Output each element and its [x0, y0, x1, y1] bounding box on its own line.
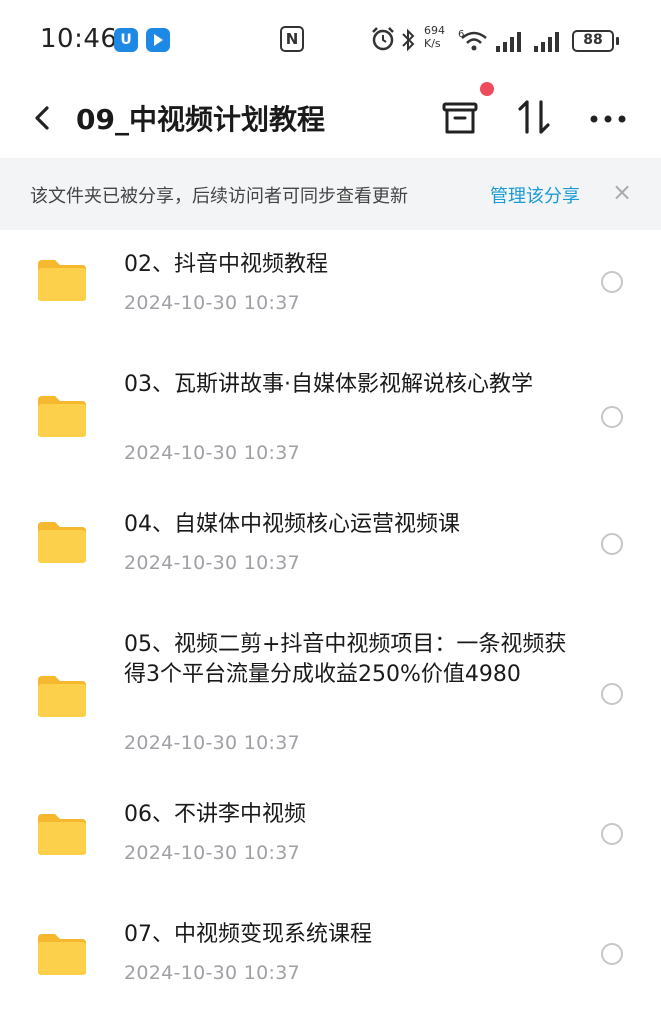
- manage-share-link[interactable]: 管理该分享: [490, 182, 580, 208]
- status-time: 10:46: [40, 24, 118, 54]
- folder-icon: [36, 520, 88, 564]
- list-item[interactable]: 03、瓦斯讲故事·自媒体影视解说核心教学 2024-10-30 10:37: [0, 350, 661, 480]
- signal-icon: [496, 30, 526, 56]
- folder-icon: [36, 394, 88, 438]
- wifi-icon: 6: [458, 28, 490, 56]
- select-checkbox[interactable]: [601, 823, 623, 845]
- list-item[interactable]: 05、视频二剪+抖音中视频项目：一条视频获得3个平台流量分成收益250%价值49…: [0, 620, 661, 780]
- file-name: 02、抖音中视频教程: [124, 252, 328, 277]
- share-banner: 该文件夹已被分享，后续访问者可同步查看更新 管理该分享 ×: [0, 158, 661, 230]
- bluetooth-icon: [400, 27, 416, 57]
- back-icon[interactable]: [30, 100, 56, 136]
- list-item[interactable]: 07、中视频变现系统课程 2024-10-30 10:37: [0, 910, 661, 1020]
- file-date: 2024-10-30 10:37: [124, 442, 301, 464]
- select-checkbox[interactable]: [601, 943, 623, 965]
- app-notification-icon: U: [114, 28, 138, 52]
- file-name: 03、瓦斯讲故事·自媒体影视解说核心教学: [124, 372, 533, 397]
- folder-icon: [36, 812, 88, 856]
- select-checkbox[interactable]: [601, 533, 623, 555]
- file-date: 2024-10-30 10:37: [124, 962, 301, 984]
- select-checkbox[interactable]: [601, 406, 623, 428]
- app-notification-icon: [146, 28, 170, 52]
- file-date: 2024-10-30 10:37: [124, 292, 301, 314]
- status-bar: 10:46 U N 694 K/s 6 88: [0, 0, 661, 80]
- file-name: 07、中视频变现系统课程: [124, 922, 372, 947]
- folder-icon: [36, 258, 88, 302]
- list-item[interactable]: 02、抖音中视频教程 2024-10-30 10:37: [0, 230, 661, 340]
- share-banner-text: 该文件夹已被分享，后续访问者可同步查看更新: [30, 186, 408, 207]
- page-title: 09_中视频计划教程: [76, 103, 325, 136]
- alarm-icon: [370, 26, 396, 56]
- battery-tip: [616, 37, 619, 45]
- file-date: 2024-10-30 10:37: [124, 552, 301, 574]
- notification-dot: [480, 82, 494, 96]
- folder-icon: [36, 674, 88, 718]
- select-checkbox[interactable]: [601, 271, 623, 293]
- folder-icon: [36, 932, 88, 976]
- nfc-icon: N: [280, 26, 304, 52]
- file-name: 06、不讲李中视频: [124, 802, 306, 827]
- more-icon[interactable]: [588, 104, 628, 134]
- header: 09_中视频计划教程: [0, 80, 661, 158]
- file-list: 02、抖音中视频教程 2024-10-30 10:37 03、瓦斯讲故事·自媒体…: [0, 230, 661, 1024]
- file-name: 05、视频二剪+抖音中视频项目：一条视频获得3个平台流量分成收益250%价值49…: [124, 632, 567, 687]
- network-speed: 694 K/s: [424, 24, 445, 50]
- signal-icon: [534, 30, 564, 56]
- sort-icon[interactable]: [516, 96, 552, 138]
- battery-icon: 88: [572, 30, 614, 52]
- trash-icon[interactable]: [440, 98, 480, 138]
- file-date: 2024-10-30 10:37: [124, 732, 301, 754]
- file-date: 2024-10-30 10:37: [124, 842, 301, 864]
- list-item[interactable]: 04、自媒体中视频核心运营视频课 2024-10-30 10:37: [0, 500, 661, 610]
- file-name: 04、自媒体中视频核心运营视频课: [124, 512, 460, 537]
- close-icon[interactable]: ×: [612, 178, 632, 206]
- select-checkbox[interactable]: [601, 683, 623, 705]
- list-item[interactable]: 06、不讲李中视频 2024-10-30 10:37: [0, 790, 661, 900]
